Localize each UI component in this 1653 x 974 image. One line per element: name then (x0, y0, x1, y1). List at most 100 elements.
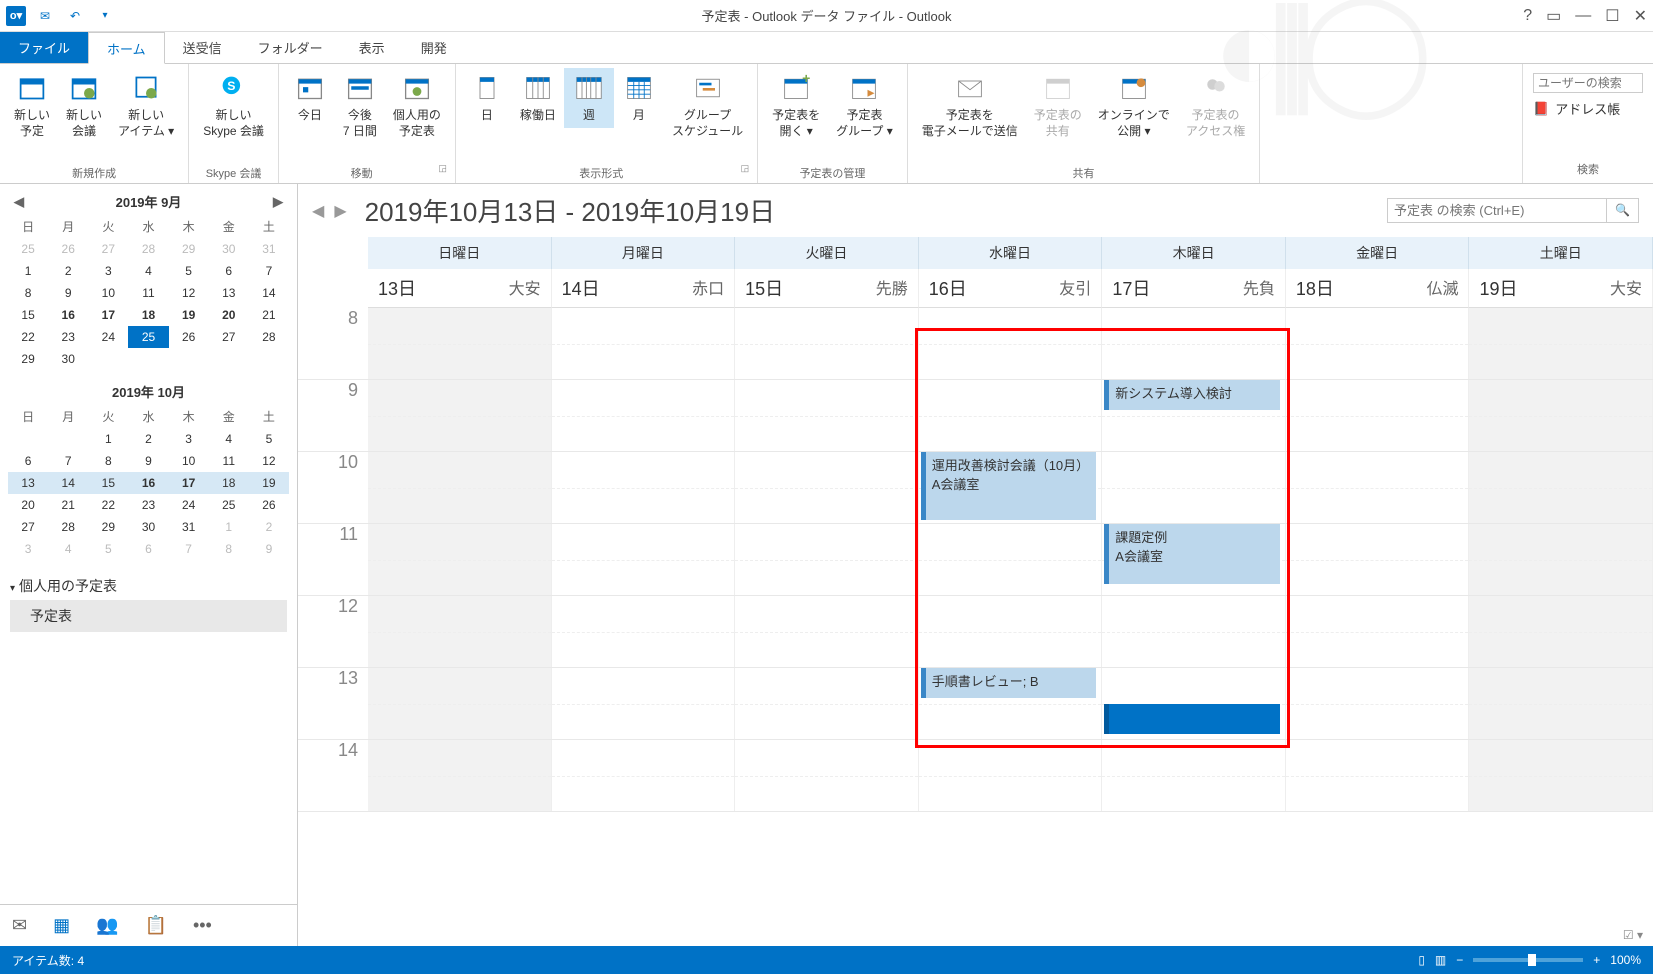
time-cell[interactable] (1102, 596, 1286, 667)
time-cell[interactable] (735, 668, 919, 739)
qat-undo-icon[interactable]: ↶ (64, 5, 86, 27)
mini-day[interactable]: 4 (209, 428, 249, 450)
mini-day[interactable]: 29 (169, 238, 209, 260)
time-cell[interactable] (1469, 308, 1653, 379)
mini-day[interactable]: 17 (88, 304, 128, 326)
time-cell[interactable] (368, 380, 552, 451)
time-cell[interactable] (919, 380, 1103, 451)
today-button[interactable]: 今日 (285, 68, 335, 128)
time-cell[interactable] (1286, 668, 1470, 739)
time-cell[interactable] (735, 524, 919, 595)
date-cell[interactable]: 13日大安 (368, 269, 552, 308)
search-icon[interactable]: 🔍 (1607, 198, 1639, 223)
calendar-search-input[interactable] (1387, 198, 1607, 223)
mini-day[interactable]: 11 (128, 282, 168, 304)
time-cell[interactable] (1286, 596, 1470, 667)
new-appointment-button[interactable]: 新しい 予定 (6, 68, 58, 143)
more-nav-icon[interactable]: ••• (193, 915, 212, 936)
mini-day[interactable]: 11 (209, 450, 249, 472)
mini-day[interactable]: 31 (249, 238, 289, 260)
new-items-button[interactable]: 新しい アイテム ▾ (110, 68, 182, 143)
my-calendars-header[interactable]: 個人用の予定表 (10, 572, 287, 600)
time-cell[interactable] (919, 596, 1103, 667)
mini-day[interactable]: 15 (8, 304, 48, 326)
mini-day[interactable]: 6 (8, 450, 48, 472)
mini-day[interactable]: 10 (169, 450, 209, 472)
calendar-groups-button[interactable]: 予定表 グループ ▾ (828, 68, 901, 143)
next-month-icon[interactable]: ▶ (273, 194, 283, 210)
mini-day[interactable]: 30 (209, 238, 249, 260)
time-cell[interactable] (919, 524, 1103, 595)
new-meeting-button[interactable]: 新しい 会議 (58, 68, 110, 143)
week-view-button[interactable]: 週 (564, 68, 614, 128)
tab-developer[interactable]: 開発 (403, 32, 465, 63)
zoom-slider[interactable] (1473, 958, 1583, 962)
tasks-nav-icon[interactable]: 📋 (145, 915, 167, 936)
mini-day[interactable]: 18 (209, 472, 249, 494)
time-cell[interactable] (1469, 524, 1653, 595)
mini-day[interactable]: 10 (88, 282, 128, 304)
calendar-nav-icon[interactable]: ▦ (53, 915, 70, 936)
mini-day[interactable]: 1 (88, 428, 128, 450)
mini-day[interactable]: 2 (128, 428, 168, 450)
tasks-peek-icon[interactable]: ☑ ▾ (1623, 928, 1643, 942)
mini-day[interactable]: 22 (88, 494, 128, 516)
date-cell[interactable]: 17日先負 (1102, 269, 1286, 308)
help-icon[interactable]: ? (1523, 7, 1532, 25)
mini-day[interactable]: 8 (209, 538, 249, 560)
personal-calendar-button[interactable]: 個人用の 予定表 (385, 68, 449, 143)
schedule-view-button[interactable]: グループ スケジュール (664, 68, 751, 143)
mini-day[interactable]: 26 (48, 238, 88, 260)
tab-home[interactable]: ホーム (88, 32, 165, 64)
date-cell[interactable]: 18日仏滅 (1286, 269, 1470, 308)
time-cell[interactable] (1469, 668, 1653, 739)
date-cell[interactable]: 16日友引 (919, 269, 1103, 308)
date-cell[interactable]: 15日先勝 (735, 269, 919, 308)
mini-day[interactable]: 30 (128, 516, 168, 538)
address-book-button[interactable]: 📕アドレス帳 (1533, 96, 1643, 121)
mini-day[interactable]: 21 (249, 304, 289, 326)
mini-day[interactable]: 2 (249, 516, 289, 538)
mini-day[interactable]: 5 (249, 428, 289, 450)
mini-day[interactable]: 7 (169, 538, 209, 560)
mini-day[interactable]: 13 (209, 282, 249, 304)
mini-day[interactable]: 23 (48, 326, 88, 348)
time-cell[interactable] (1286, 380, 1470, 451)
tab-view[interactable]: 表示 (341, 32, 403, 63)
mini-day[interactable]: 30 (48, 348, 88, 370)
time-cell[interactable] (1469, 380, 1653, 451)
goto-dialog-launcher[interactable]: ◲ (438, 163, 449, 181)
mini-day[interactable]: 3 (88, 260, 128, 282)
time-cell[interactable] (1102, 740, 1286, 811)
zoom-out-icon[interactable]: − (1456, 953, 1463, 967)
prev-month-icon[interactable]: ◀ (14, 194, 24, 210)
close-icon[interactable]: ✕ (1634, 6, 1647, 26)
time-cell[interactable] (368, 452, 552, 523)
tab-folder[interactable]: フォルダー (240, 32, 341, 63)
mini-day[interactable]: 8 (8, 282, 48, 304)
mini-day[interactable]: 20 (209, 304, 249, 326)
mini-day[interactable]: 7 (249, 260, 289, 282)
mail-nav-icon[interactable]: ✉ (12, 915, 27, 936)
time-cell[interactable] (735, 452, 919, 523)
mini-day[interactable]: 29 (8, 348, 48, 370)
event-issue-regular[interactable]: 課題定例 A会議室 (1104, 524, 1280, 584)
mini-day[interactable]: 16 (48, 304, 88, 326)
mini-day[interactable]: 6 (209, 260, 249, 282)
normal-view-icon[interactable]: ▯ (1418, 953, 1425, 967)
mini-day[interactable]: 6 (128, 538, 168, 560)
mini-day[interactable]: 25 (128, 326, 168, 348)
mini-day[interactable]: 24 (169, 494, 209, 516)
time-cell[interactable] (552, 596, 736, 667)
event-improvement-meeting[interactable]: 運用改善検討会議（10月） A会議室 (921, 452, 1097, 520)
time-cell[interactable] (1286, 308, 1470, 379)
time-grid[interactable]: 891011121314 新システム導入検討 運用改善検討会議（10月） A会議… (298, 308, 1653, 946)
time-cell[interactable] (735, 596, 919, 667)
time-cell[interactable] (368, 524, 552, 595)
time-cell[interactable] (735, 308, 919, 379)
event-new-system[interactable]: 新システム導入検討 (1104, 380, 1280, 410)
time-cell[interactable] (552, 452, 736, 523)
new-skype-meeting-button[interactable]: S新しい Skype 会議 (195, 68, 272, 143)
find-contact-input-row[interactable] (1533, 70, 1643, 96)
time-cell[interactable] (919, 740, 1103, 811)
